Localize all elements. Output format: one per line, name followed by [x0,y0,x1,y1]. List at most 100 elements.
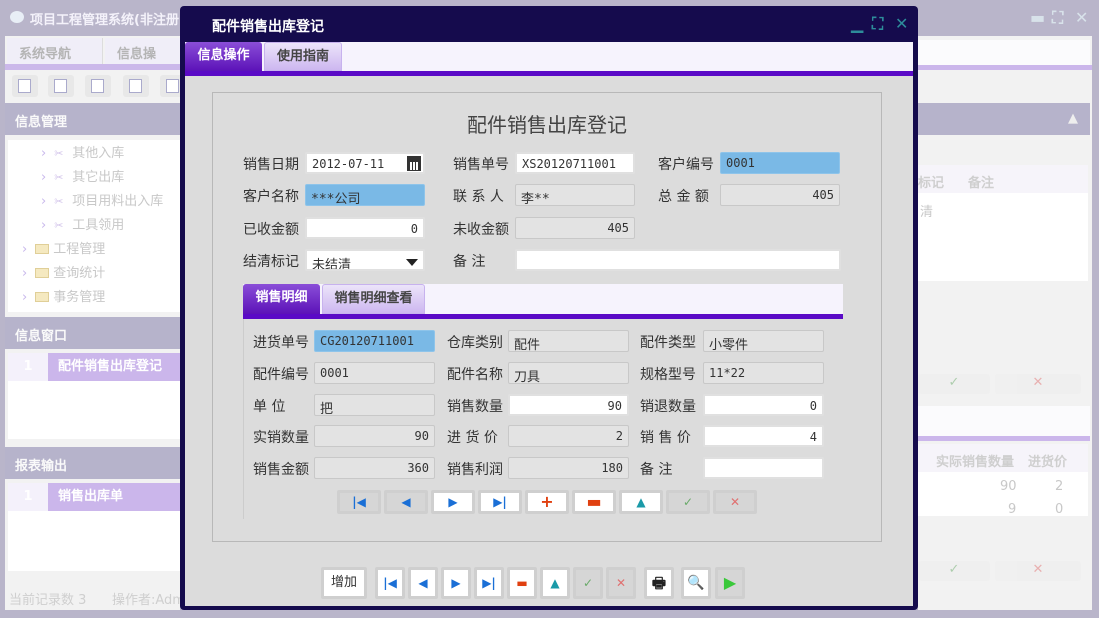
grid-header[interactable]: 备注 [968,172,994,191]
next-record-button[interactable]: ▶ [431,490,475,514]
tab-info-operation[interactable]: 信息操作 [185,42,262,71]
print-preview-icon[interactable]: 🔍 [681,567,711,599]
tab-user-guide[interactable]: 使用指南 [264,42,342,71]
tree-item[interactable]: › ✂ 其它出库 [8,166,180,190]
add-button[interactable]: 增加 [321,567,367,599]
dropdown-arrow-icon[interactable] [406,259,418,266]
grid-header[interactable]: 标记 [918,172,944,191]
close-icon[interactable]: ✕ [1075,8,1088,27]
unit-input[interactable]: 把 [314,394,435,416]
total-amount-input[interactable]: 405 [720,184,840,206]
tab-system-nav[interactable]: 系统导航 [7,38,103,64]
remark-input[interactable] [703,457,824,479]
edit-detail-button[interactable]: ▲ [619,490,663,514]
remark-input[interactable] [515,249,841,271]
cancel-button[interactable]: ✕ [995,374,1081,394]
warehouse-input[interactable]: 配件 [508,330,629,352]
section-info-window[interactable]: 信息窗口 [5,317,180,349]
spec-input[interactable]: 11*22 [703,362,824,384]
chevron-right-icon: › [41,146,47,161]
edit-button[interactable]: ▲ [540,567,570,599]
grid-header[interactable]: 实际销售数量 [936,451,1014,470]
first-button[interactable]: |◀ [375,567,405,599]
dialog-tabs: 信息操作 使用指南 [185,42,913,71]
customer-no-label: 客户编号 [658,157,714,173]
save-detail-button[interactable]: ✓ [666,490,710,514]
tab-sales-detail-view[interactable]: 销售明细查看 [322,284,425,314]
tree-item[interactable]: › ✂ 项目用料出入库 [8,190,180,214]
document-icon[interactable] [85,75,111,97]
close-icon[interactable]: ✕ [895,14,908,33]
list-icon[interactable] [48,75,74,97]
cancel-button[interactable]: ✕ [606,567,636,599]
tab-sales-detail[interactable]: 销售明细 [243,284,320,314]
cancel-detail-button[interactable]: ✕ [713,490,757,514]
confirm-button[interactable]: ✓ [918,561,990,581]
add-detail-button[interactable]: + [525,490,569,514]
prev-button[interactable]: ◀ [408,567,438,599]
user-icon[interactable] [123,75,149,97]
restore-icon[interactable]: ⛶ [1052,8,1063,28]
return-qty-input[interactable]: 0 [703,394,824,416]
window-list-item[interactable]: 1 配件销售出库登记 [8,353,180,381]
grid-header[interactable]: 进货价 [1028,451,1067,470]
tree-item[interactable]: › ✂ 其他入库 [8,142,180,166]
qty-input[interactable]: 90 [508,394,629,416]
grid-cell[interactable]: 清 [920,201,933,220]
tree-item[interactable]: › ✂ 工具领用 [8,214,180,238]
contact-input[interactable]: 李** [515,184,635,206]
next-button[interactable]: ▶ [441,567,471,599]
last-button[interactable]: ▶| [474,567,504,599]
maximize-icon[interactable]: ⛶ [872,14,883,34]
print-icon[interactable]: 🖶 [644,567,674,599]
grid-cell[interactable]: 2 [1055,479,1063,494]
amount-input[interactable]: 360 [314,457,435,479]
tool-icon: ✂ [54,219,64,232]
run-icon[interactable]: ▶ [715,567,745,599]
search-icon[interactable] [12,75,38,97]
price-input[interactable]: 4 [703,425,824,447]
customer-no-input[interactable]: 0001 [720,152,840,174]
sale-no-input[interactable]: XS20120711001 [515,152,635,174]
minimize-icon[interactable]: ▁ [851,14,863,33]
first-record-button[interactable]: |◀ [337,490,381,514]
last-record-button[interactable]: ▶| [478,490,522,514]
grid-cell[interactable]: 0 [1055,502,1063,517]
form-title: 配件销售出库登记 [467,113,627,137]
grid-cell[interactable]: 9 [1008,502,1016,517]
tree-folder[interactable]: › 查询统计 [8,262,180,286]
calendar-icon[interactable] [407,156,421,171]
received-amount-input[interactable]: 0 [305,217,425,239]
part-no-input[interactable]: 0001 [314,362,435,384]
tool-icon: ✂ [54,171,64,184]
cancel-button[interactable]: ✕ [995,561,1081,581]
grid-cell[interactable]: 90 [1000,479,1017,494]
tree-folder[interactable]: › 事务管理 [8,286,180,310]
report-list-item[interactable]: 1 销售出库单 [8,483,180,511]
delete-detail-button[interactable]: ▬ [572,490,616,514]
profit-input[interactable]: 180 [508,457,629,479]
cost-input[interactable]: 2 [508,425,629,447]
tab-info-ops[interactable]: 信息操 [105,38,185,64]
collapse-up-icon[interactable]: ▲ [918,103,1090,135]
purchase-no-input[interactable]: CG20120711001 [314,330,435,352]
minimize-icon[interactable]: ▬ [1030,8,1045,27]
unreceived-amount-input[interactable]: 405 [515,217,635,239]
confirm-button[interactable]: ✓ [918,374,990,394]
right-tab-underline-2 [918,436,1090,441]
prev-record-button[interactable]: ◀ [384,490,428,514]
tab-underline [5,64,180,70]
save-button[interactable]: ✓ [573,567,603,599]
customer-name-input[interactable]: ***公司 [305,184,425,206]
settle-flag-select[interactable]: 未结清 [305,249,425,271]
part-name-input[interactable]: 刀具 [508,362,629,384]
tool-icon: ✂ [54,147,64,160]
section-info-management[interactable]: 信息管理 [5,103,180,135]
sale-date-input[interactable]: 2012-07-11 [305,152,425,174]
part-type-input[interactable]: 小零件 [703,330,824,352]
delete-button[interactable]: ▬ [507,567,537,599]
app-title: 项目工程管理系统(非注册 [30,13,179,28]
actual-qty-input[interactable]: 90 [314,425,435,447]
section-report-output[interactable]: 报表输出 [5,447,180,479]
tree-folder[interactable]: › 工程管理 [8,238,180,262]
